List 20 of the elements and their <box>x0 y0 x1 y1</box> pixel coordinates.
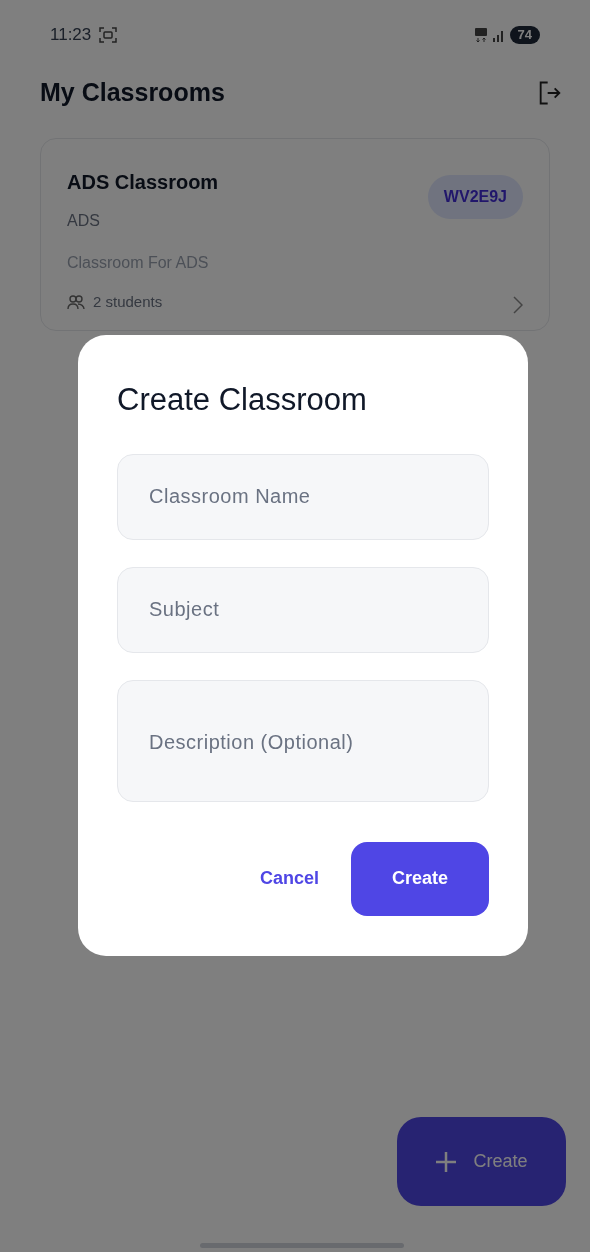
cancel-button[interactable]: Cancel <box>259 865 319 892</box>
network-icon <box>473 27 488 43</box>
dialog-title: Create Classroom <box>117 381 368 419</box>
classroom-subject: ADS <box>67 211 101 231</box>
input-field[interactable]: Classroom Name <box>117 453 489 540</box>
screenshot-icon <box>99 27 118 43</box>
student-count: 2 students <box>93 292 163 312</box>
create-button[interactable]: Create <box>351 841 489 916</box>
battery-indicator: 74 <box>509 26 540 44</box>
class-code-badge: WV2E9J <box>427 175 523 219</box>
page-title: My Classrooms <box>40 77 225 109</box>
chevron-right-icon <box>513 295 523 314</box>
input-field[interactable]: Description (Optional) <box>117 679 489 802</box>
input-field[interactable]: Subject <box>117 566 489 653</box>
status-time: 11:23 <box>50 24 92 47</box>
classroom-name: ADS Classroom <box>67 170 219 195</box>
signal-icon <box>491 28 506 42</box>
create-fab[interactable]: Create <box>397 1117 566 1206</box>
people-icon <box>67 294 85 311</box>
plus-icon <box>435 1150 458 1173</box>
